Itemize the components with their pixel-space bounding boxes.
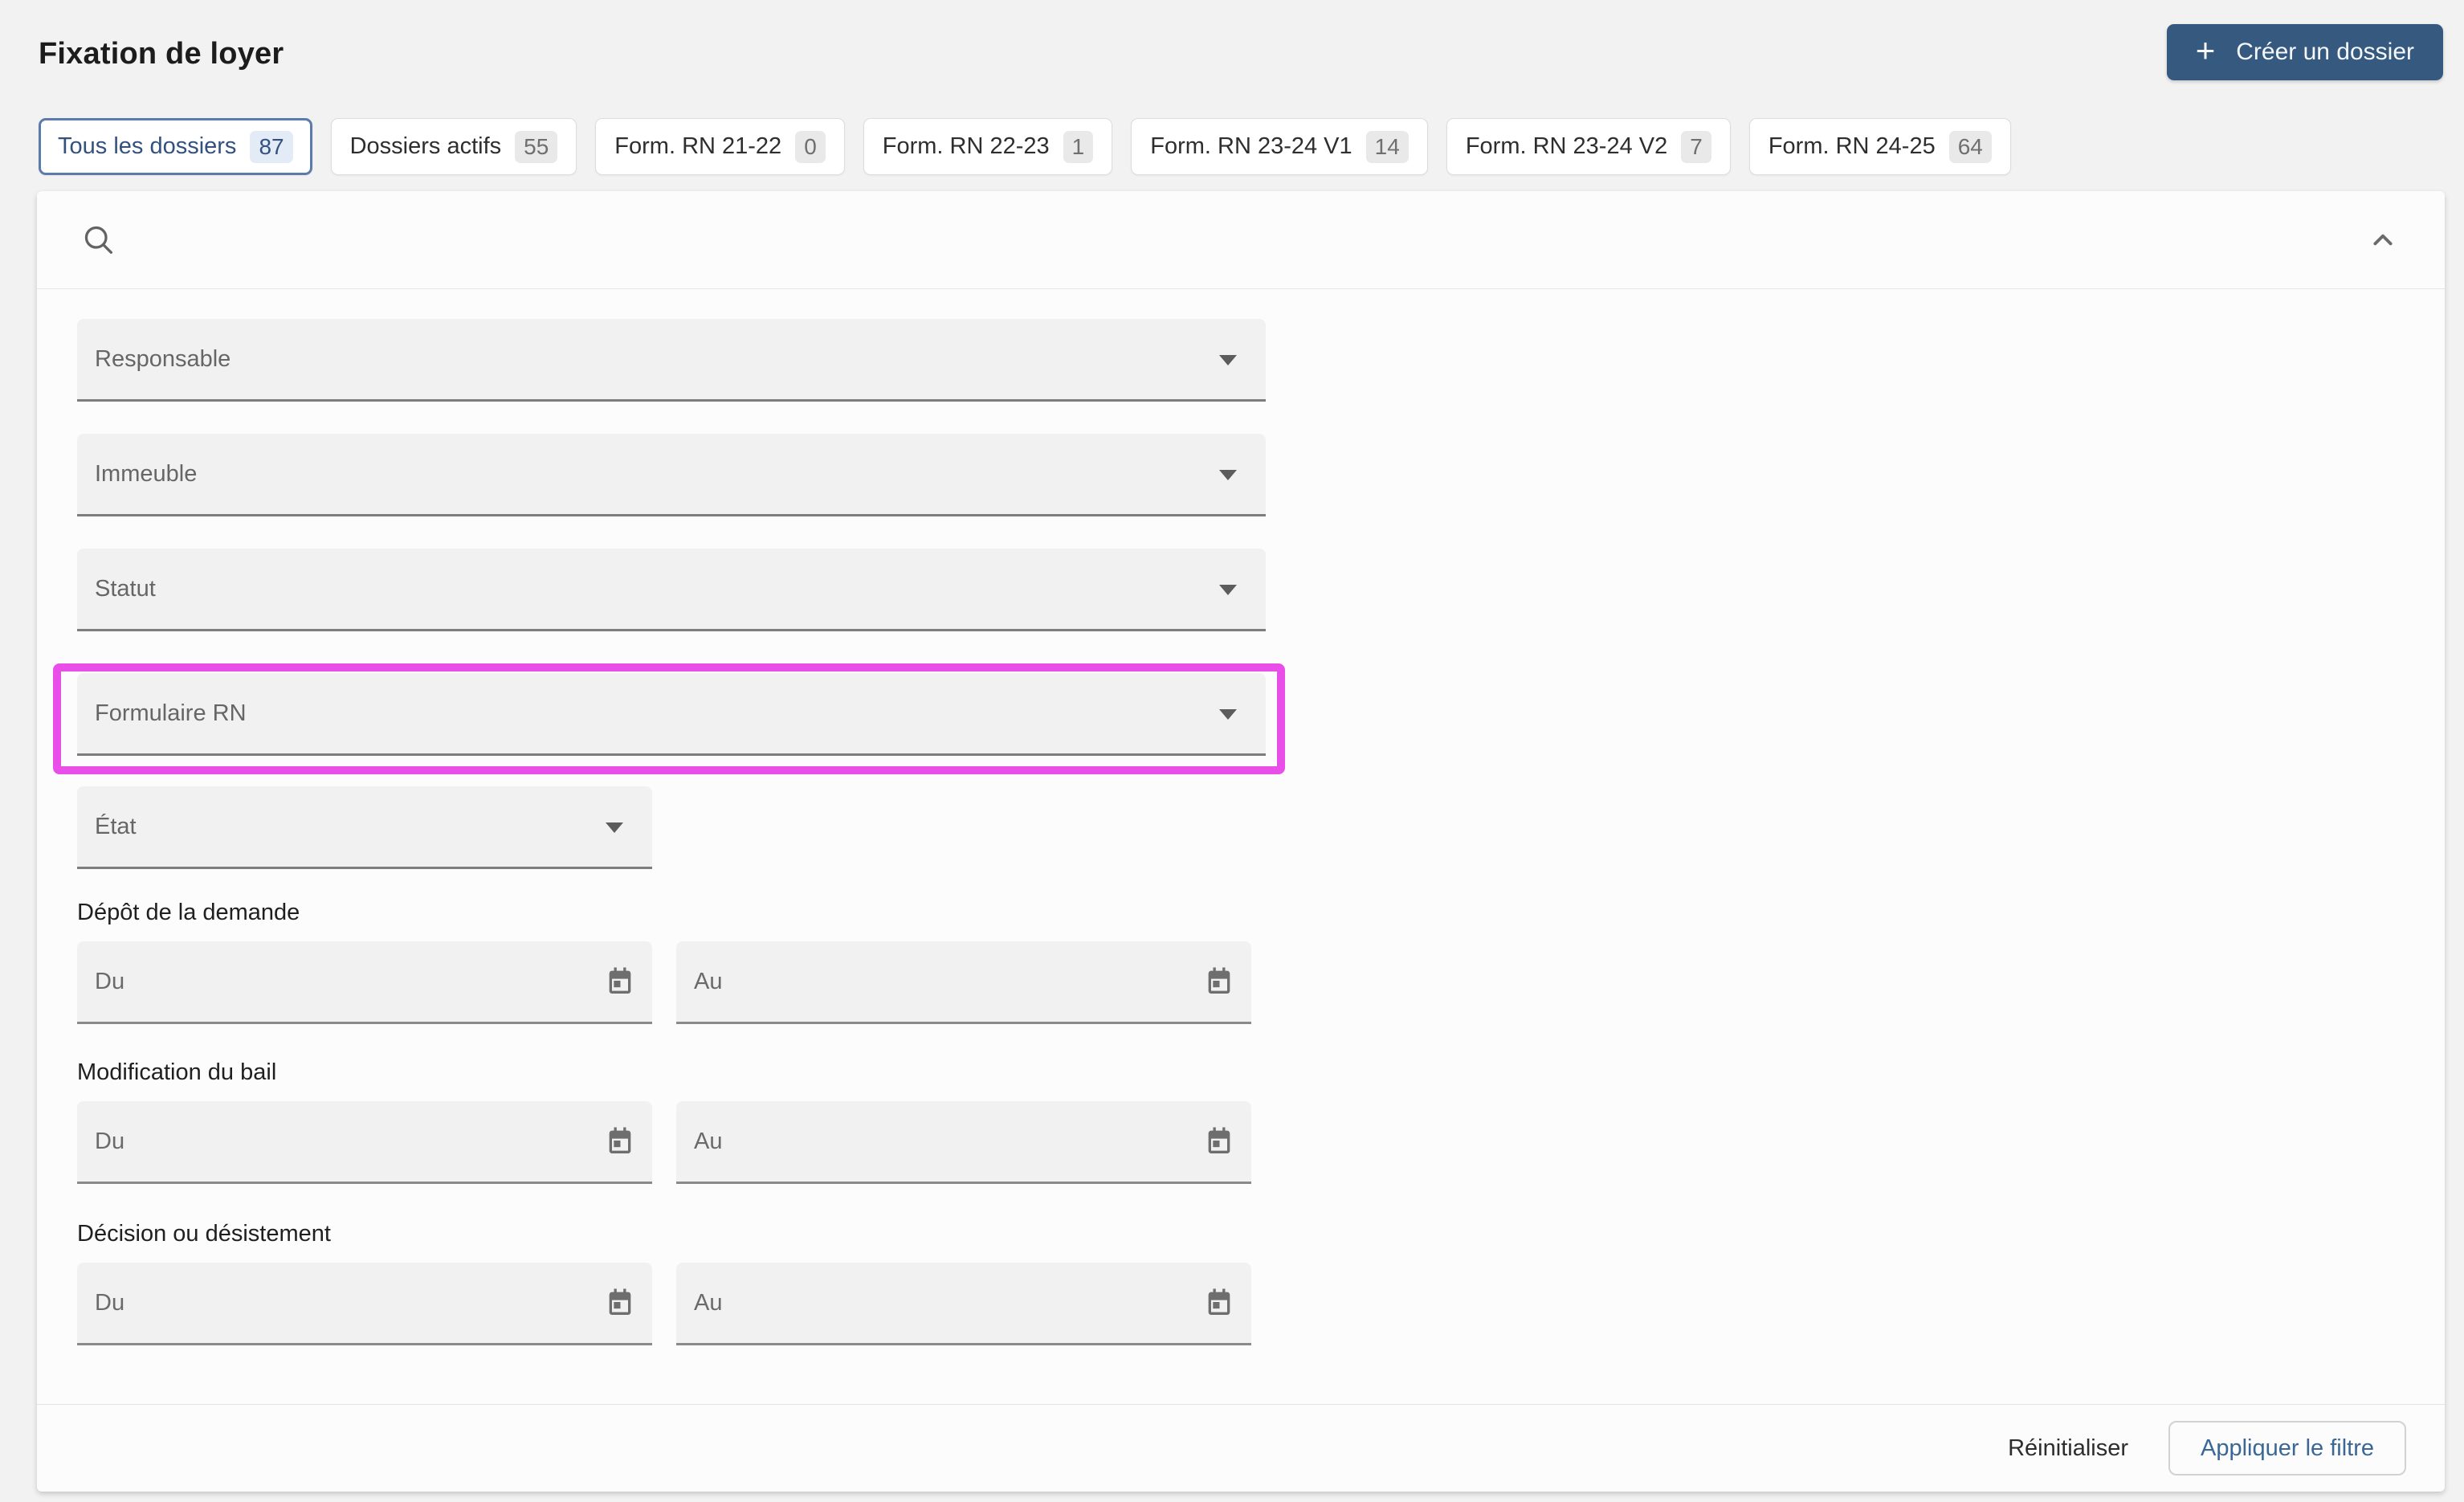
reset-button[interactable]: Réinitialiser [2008, 1435, 2128, 1462]
tab-tous-les-dossiers[interactable]: Tous les dossiers 87 [39, 118, 312, 175]
date-range-decision-desistement: Du Au [77, 1263, 2445, 1345]
date-field-label: Du [95, 1128, 125, 1154]
tab-count-badge: 14 [1365, 130, 1409, 163]
dropdown-statut[interactable]: Statut [77, 549, 1266, 631]
calendar-icon [1208, 1127, 1230, 1153]
page-title: Fixation de loyer [39, 37, 284, 71]
tab-count-badge: 1 [1063, 130, 1094, 163]
date-from-field[interactable]: Du [77, 941, 652, 1024]
collapse-panel-button[interactable] [2366, 223, 2400, 257]
tab-label: Form. RN 24-25 [1768, 133, 1936, 159]
dropdown-etat[interactable]: État [77, 786, 652, 869]
date-range-depot-demande: Du Au [77, 941, 2445, 1024]
tab-form-rn-24-25[interactable]: Form. RN 24-25 64 [1748, 118, 2011, 175]
filter-tabs: Tous les dossiers 87 Dossiers actifs 55 … [39, 118, 2464, 175]
section-title-decision-desistement: Décision ou désistement [77, 1221, 331, 1247]
tab-label: Form. RN 23-24 V1 [1150, 133, 1352, 159]
tab-form-rn-23-24-v1[interactable]: Form. RN 23-24 V1 14 [1131, 118, 1428, 175]
chevron-up-icon [2373, 234, 2393, 245]
chevron-down-icon [1219, 709, 1237, 720]
date-field-label: Du [95, 1289, 125, 1316]
section-title-depot-demande: Dépôt de la demande [77, 900, 300, 925]
date-to-field[interactable]: Au [676, 941, 1251, 1024]
tab-form-rn-23-24-v2[interactable]: Form. RN 23-24 V2 7 [1446, 118, 1731, 175]
dropdown-immeuble[interactable]: Immeuble [77, 434, 1266, 516]
page-header: Fixation de loyer + Créer un dossier [0, 0, 2464, 80]
dropdown-label: Statut [95, 575, 156, 602]
chevron-down-icon [1219, 355, 1237, 365]
chevron-down-icon [1219, 585, 1237, 595]
date-to-field[interactable]: Au [676, 1263, 1251, 1345]
search-icon [84, 226, 112, 254]
section-title-modification-bail: Modification du bail [77, 1059, 277, 1085]
tab-count-badge: 7 [1681, 130, 1711, 163]
tab-label: Form. RN 21-22 [614, 133, 782, 159]
filter-panel: Responsable Immeuble Statut Formulaire R… [37, 191, 2445, 1492]
date-field-label: Au [694, 968, 723, 994]
tab-count-badge: 64 [1948, 130, 1992, 163]
tab-label: Dossiers actifs [349, 133, 502, 159]
date-to-field[interactable]: Au [676, 1101, 1251, 1184]
dropdown-label: État [95, 813, 137, 839]
date-field-label: Du [95, 968, 125, 994]
dropdown-label: Responsable [95, 345, 231, 372]
dropdown-formulaire-rn[interactable]: Formulaire RN [77, 673, 1266, 756]
dropdown-label: Formulaire RN [95, 700, 247, 726]
highlight-box: Formulaire RN [53, 663, 1285, 774]
tab-dossiers-actifs[interactable]: Dossiers actifs 55 [330, 118, 577, 175]
tab-form-rn-21-22[interactable]: Form. RN 21-22 0 [595, 118, 845, 175]
filter-footer: Réinitialiser Appliquer le filtre [37, 1404, 2445, 1492]
tab-form-rn-22-23[interactable]: Form. RN 22-23 1 [863, 118, 1113, 175]
calendar-icon [609, 1127, 631, 1153]
dropdown-responsable[interactable]: Responsable [77, 319, 1266, 402]
dropdown-label: Immeuble [95, 460, 198, 487]
chevron-down-icon [1219, 470, 1237, 480]
calendar-icon [1208, 967, 1230, 994]
tab-label: Tous les dossiers [58, 133, 237, 159]
date-range-modification-bail: Du Au [77, 1101, 2445, 1184]
tab-count-badge: 55 [515, 130, 558, 163]
tab-count-badge: 0 [795, 130, 826, 163]
create-dossier-button[interactable]: + Créer un dossier [2166, 24, 2443, 80]
calendar-icon [1208, 1288, 1230, 1315]
tab-label: Form. RN 22-23 [882, 133, 1050, 159]
calendar-icon [609, 1288, 631, 1315]
date-from-field[interactable]: Du [77, 1263, 652, 1345]
search-bar [37, 191, 2445, 289]
apply-filter-button[interactable]: Appliquer le filtre [2168, 1421, 2406, 1475]
calendar-icon [609, 967, 631, 994]
tab-label: Form. RN 23-24 V2 [1465, 133, 1668, 159]
date-field-label: Au [694, 1128, 723, 1154]
create-dossier-label: Créer un dossier [2236, 39, 2414, 65]
tab-count-badge: 87 [250, 130, 293, 163]
date-from-field[interactable]: Du [77, 1101, 652, 1184]
date-field-label: Au [694, 1289, 723, 1316]
plus-icon: + [2195, 31, 2216, 69]
search-input[interactable] [138, 215, 2366, 264]
filter-form: Responsable Immeuble Statut Formulaire R… [37, 289, 2445, 1404]
chevron-down-icon [606, 822, 623, 833]
